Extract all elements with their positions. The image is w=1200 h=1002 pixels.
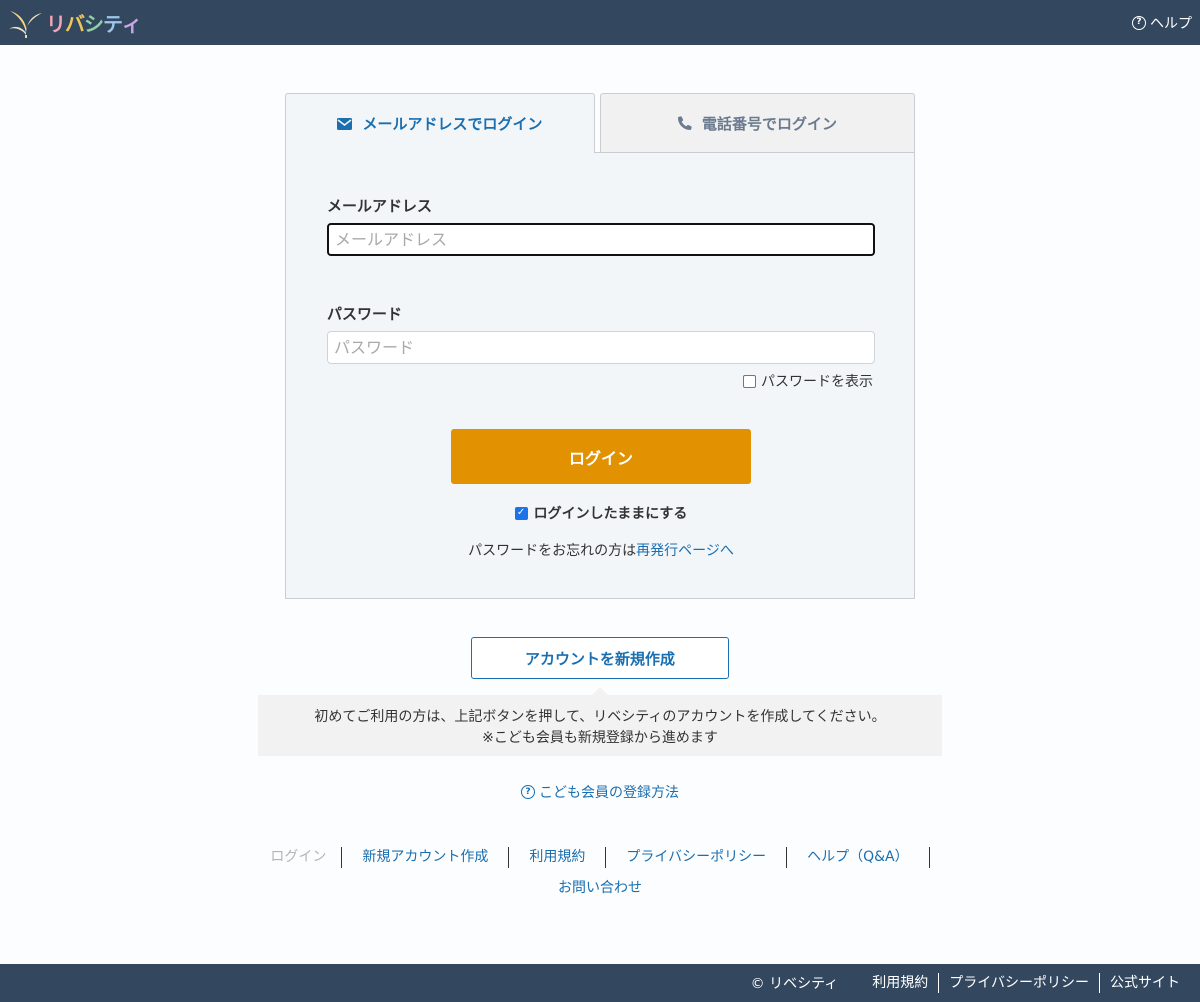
show-password-label: パスワードを表示 bbox=[761, 374, 873, 390]
forgot-password-text: パスワードをお忘れの方は再発行ページへ bbox=[286, 540, 916, 560]
logo-char: シ bbox=[84, 12, 104, 36]
login-card: メールアドレスでログイン 電話番号でログイン メールアドレス パスワード パスワ… bbox=[285, 93, 915, 599]
child-help-row: ? こども会員の登録方法 bbox=[0, 782, 1200, 802]
show-password-checkbox[interactable] bbox=[743, 374, 756, 388]
logo-char: バ bbox=[65, 12, 85, 36]
keep-login-toggle[interactable]: ✓ ログインしたままにする bbox=[286, 503, 916, 523]
password-label: パスワード bbox=[327, 305, 403, 323]
email-input[interactable] bbox=[327, 223, 875, 256]
show-password-toggle[interactable]: パスワードを表示 bbox=[743, 371, 873, 391]
footer-nav-signup[interactable]: 新規アカウント作成 bbox=[342, 847, 510, 868]
footer-nav-privacy[interactable]: プライバシーポリシー bbox=[606, 847, 788, 868]
question-circle-icon: ? bbox=[521, 785, 535, 799]
login-form: メールアドレス パスワード パスワードを表示 ログイン ✓ ログインしたままにす… bbox=[285, 152, 915, 599]
footer-nav-row2: お問い合わせ bbox=[0, 878, 1200, 899]
signup-info-line1: 初めてご利用の方は、上記ボタンを押して、リベシティのアカウントを作成してください… bbox=[314, 709, 886, 725]
bottom-link-privacy[interactable]: プライバシーポリシー bbox=[938, 973, 1099, 993]
bottom-bar: © リベシティ 利用規約 プライバシーポリシー 公式サイト bbox=[0, 964, 1200, 1002]
footer-nav-login: ログイン bbox=[270, 847, 343, 868]
keep-login-label: ログインしたままにする bbox=[533, 506, 688, 522]
create-account-button[interactable]: アカウントを新規作成 bbox=[471, 637, 729, 679]
tab-email-login[interactable]: メールアドレスでログイン bbox=[285, 93, 595, 153]
top-header: リ バ シ テ ィ ? ヘルプ bbox=[0, 0, 1200, 45]
envelope-icon bbox=[337, 117, 353, 130]
footer-nav-help[interactable]: ヘルプ（Q&A） bbox=[787, 847, 930, 868]
bottom-link-terms[interactable]: 利用規約 bbox=[862, 973, 938, 993]
child-registration-label: こども会員の登録方法 bbox=[539, 785, 679, 801]
header-help-label: ヘルプ bbox=[1150, 15, 1192, 32]
signup-info-line2: ※こども会員も新規登録から進めます bbox=[482, 730, 718, 746]
logo-text: リ バ シ テ ィ bbox=[46, 8, 142, 37]
email-label: メールアドレス bbox=[327, 197, 433, 215]
signup-info-box: 初めてご利用の方は、上記ボタンを押して、リベシティのアカウントを作成してください… bbox=[258, 687, 942, 756]
tab-phone-label: 電話番号でログイン bbox=[701, 114, 837, 133]
child-registration-link[interactable]: ? こども会員の登録方法 bbox=[521, 782, 679, 802]
bottom-link-official[interactable]: 公式サイト bbox=[1099, 973, 1190, 993]
footer-nav-contact[interactable]: お問い合わせ bbox=[558, 880, 642, 896]
logo[interactable]: リ バ シ テ ィ bbox=[8, 7, 142, 39]
password-input[interactable] bbox=[327, 331, 875, 364]
logo-char: テ bbox=[103, 12, 123, 36]
tab-phone-login[interactable]: 電話番号でログイン bbox=[600, 93, 915, 153]
phone-icon bbox=[677, 116, 692, 130]
copyright: © リベシティ bbox=[750, 976, 839, 992]
question-circle-icon: ? bbox=[1132, 15, 1146, 30]
tab-email-label: メールアドレスでログイン bbox=[362, 115, 543, 133]
footer-nav-terms[interactable]: 利用規約 bbox=[509, 847, 607, 868]
logo-char: ィ bbox=[122, 12, 142, 36]
header-help-link[interactable]: ? ヘルプ bbox=[1132, 13, 1192, 33]
leaf-logo-icon bbox=[9, 10, 42, 38]
reissue-page-link[interactable]: 再発行ページへ bbox=[636, 543, 734, 559]
login-button[interactable]: ログイン bbox=[451, 429, 751, 484]
footer-nav: ログイン 新規アカウント作成 利用規約 プライバシーポリシー ヘルプ（Q&A） bbox=[0, 847, 1200, 868]
logo-char: リ bbox=[46, 12, 66, 36]
forgot-password-prefix: パスワードをお忘れの方は bbox=[468, 543, 637, 559]
keep-login-checkbox[interactable]: ✓ bbox=[514, 506, 528, 520]
